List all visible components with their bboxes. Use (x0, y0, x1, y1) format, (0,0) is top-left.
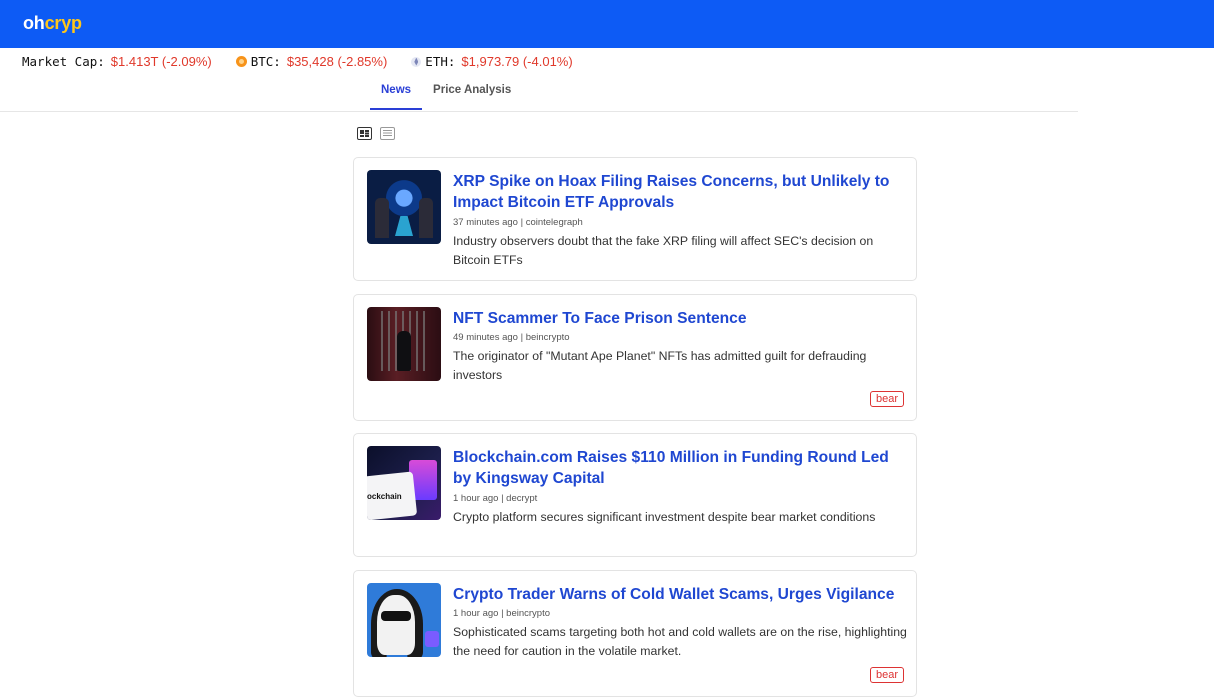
article-title[interactable]: Blockchain.com Raises $110 Million in Fu… (453, 447, 908, 489)
article-thumbnail[interactable]: ockchain (367, 446, 441, 520)
news-card[interactable]: NFT Scammer To Face Prison Sentence 49 m… (353, 294, 917, 421)
article-thumbnail[interactable] (367, 583, 441, 657)
article-title[interactable]: Crypto Trader Warns of Cold Wallet Scams… (453, 584, 908, 605)
card-view-icon[interactable] (357, 127, 372, 140)
market-ticker: Market Cap: $1.413T (-2.09%) BTC: $35,42… (22, 53, 597, 70)
eth-price: ETH: $1,973.79 (-4.01%) (411, 54, 573, 69)
article-meta: 1 hour ago | beincrypto (453, 608, 551, 619)
bitcoin-icon (235, 56, 247, 67)
ethereum-icon (411, 56, 422, 67)
article-description: The originator of "Mutant Ape Planet" NF… (453, 349, 867, 382)
market-cap-label: Market Cap: (22, 54, 105, 69)
btc-price: BTC: $35,428 (-2.85%) (235, 54, 388, 69)
logo-suffix: cryp (44, 13, 82, 33)
tab-price-analysis[interactable]: Price Analysis (422, 80, 522, 110)
article-title[interactable]: NFT Scammer To Face Prison Sentence (453, 308, 908, 329)
article-meta: 1 hour ago | decrypt (453, 493, 538, 504)
market-cap-value: $1.413T (-2.09%) (110, 54, 212, 69)
article-description: Crypto platform secures significant inve… (453, 510, 876, 524)
article-description: Industry observers doubt that the fake X… (453, 234, 874, 267)
tab-divider (0, 111, 1078, 112)
article-description: Sophisticated scams targeting both hot a… (453, 625, 907, 658)
sentiment-badge: bear (869, 391, 904, 407)
view-toggle (357, 127, 395, 140)
logo[interactable]: ohcryp (23, 13, 82, 34)
article-title[interactable]: XRP Spike on Hoax Filing Raises Concerns… (453, 171, 908, 213)
top-bar: ohcryp (0, 0, 1214, 48)
article-meta: 37 minutes ago | cointelegraph (453, 217, 583, 228)
eth-label: ETH: (425, 54, 456, 69)
thumbnail-text: ockchain (367, 492, 402, 501)
news-card[interactable]: Crypto Trader Warns of Cold Wallet Scams… (353, 570, 917, 697)
btc-value: $35,428 (-2.85%) (286, 54, 388, 69)
news-card[interactable]: XRP Spike on Hoax Filing Raises Concerns… (353, 157, 917, 281)
btc-label: BTC: (250, 54, 281, 69)
list-view-icon[interactable] (380, 127, 395, 140)
logo-prefix: oh (23, 13, 45, 33)
sentiment-badge: bear (869, 667, 904, 683)
tab-bar: News Price Analysis (370, 80, 522, 110)
article-meta: 49 minutes ago | beincrypto (453, 332, 570, 343)
news-card[interactable]: ockchain Blockchain.com Raises $110 Mill… (353, 433, 917, 557)
eth-value: $1,973.79 (-4.01%) (461, 54, 573, 69)
article-thumbnail[interactable] (367, 170, 441, 244)
article-thumbnail[interactable] (367, 307, 441, 381)
tab-news[interactable]: News (370, 80, 423, 110)
market-cap: Market Cap: $1.413T (-2.09%) (22, 54, 212, 69)
